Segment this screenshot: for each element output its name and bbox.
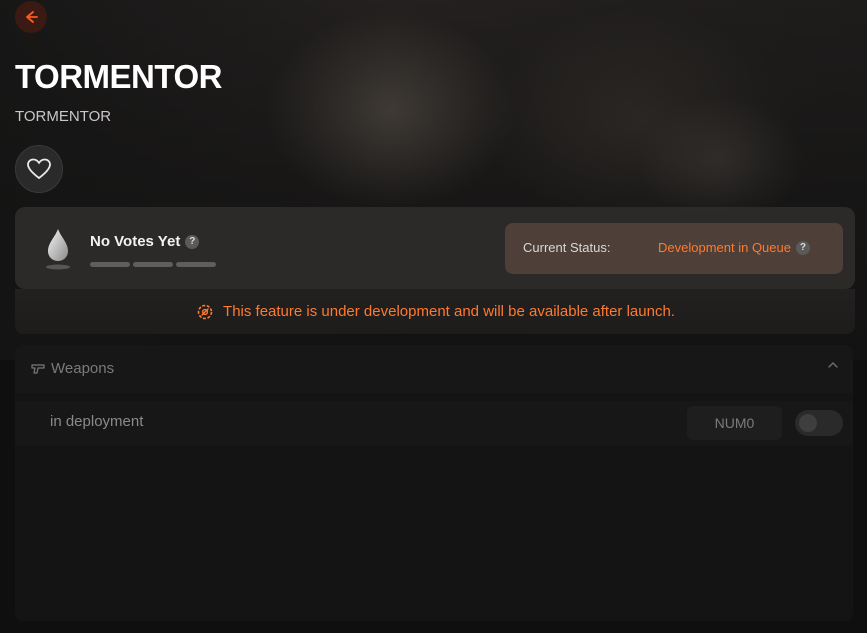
feature-label: in deployment — [50, 413, 144, 430]
vote-bar-segment — [176, 262, 216, 267]
hotkey-button[interactable]: NUM0 — [687, 406, 782, 440]
vote-bar-segment — [90, 262, 130, 267]
section-title: Weapons — [31, 360, 114, 377]
feature-toggle[interactable] — [795, 410, 843, 436]
pistol-icon — [31, 363, 45, 374]
arrow-left-icon — [26, 11, 38, 23]
votes-label: No Votes Yet ? — [90, 233, 200, 250]
status-box: Current Status: Development in Queue ? — [505, 223, 843, 274]
notice-text: This feature is under development and wi… — [223, 303, 675, 320]
status-value-text: Development in Queue — [658, 240, 791, 255]
heart-icon — [27, 158, 51, 180]
features-panel: Weapons in deployment NUM0 — [15, 345, 853, 621]
votes-help-icon[interactable]: ? — [185, 234, 200, 249]
vote-progress — [90, 262, 216, 267]
status-label: Current Status: — [523, 240, 611, 255]
vote-bar-segment — [133, 262, 173, 267]
gear-wrench-icon — [197, 304, 213, 319]
page-title: TORMENTOR — [15, 58, 222, 95]
page-subtitle: TORMENTOR — [15, 108, 112, 125]
status-help-icon[interactable]: ? — [795, 240, 810, 255]
favorite-button[interactable] — [15, 145, 63, 193]
section-header-weapons[interactable]: Weapons — [15, 345, 853, 393]
back-button[interactable] — [15, 1, 47, 33]
status-value: Development in Queue ? — [658, 240, 810, 255]
votes-text: No Votes Yet — [90, 233, 181, 250]
droplet-icon — [46, 229, 70, 270]
section-title-text: Weapons — [51, 360, 115, 377]
development-notice: This feature is under development and wi… — [15, 289, 855, 334]
feature-row: in deployment NUM0 — [15, 401, 853, 445]
chevron-up-icon[interactable] — [827, 359, 839, 371]
vote-card: No Votes Yet ? Current Status: Developme… — [15, 207, 855, 289]
